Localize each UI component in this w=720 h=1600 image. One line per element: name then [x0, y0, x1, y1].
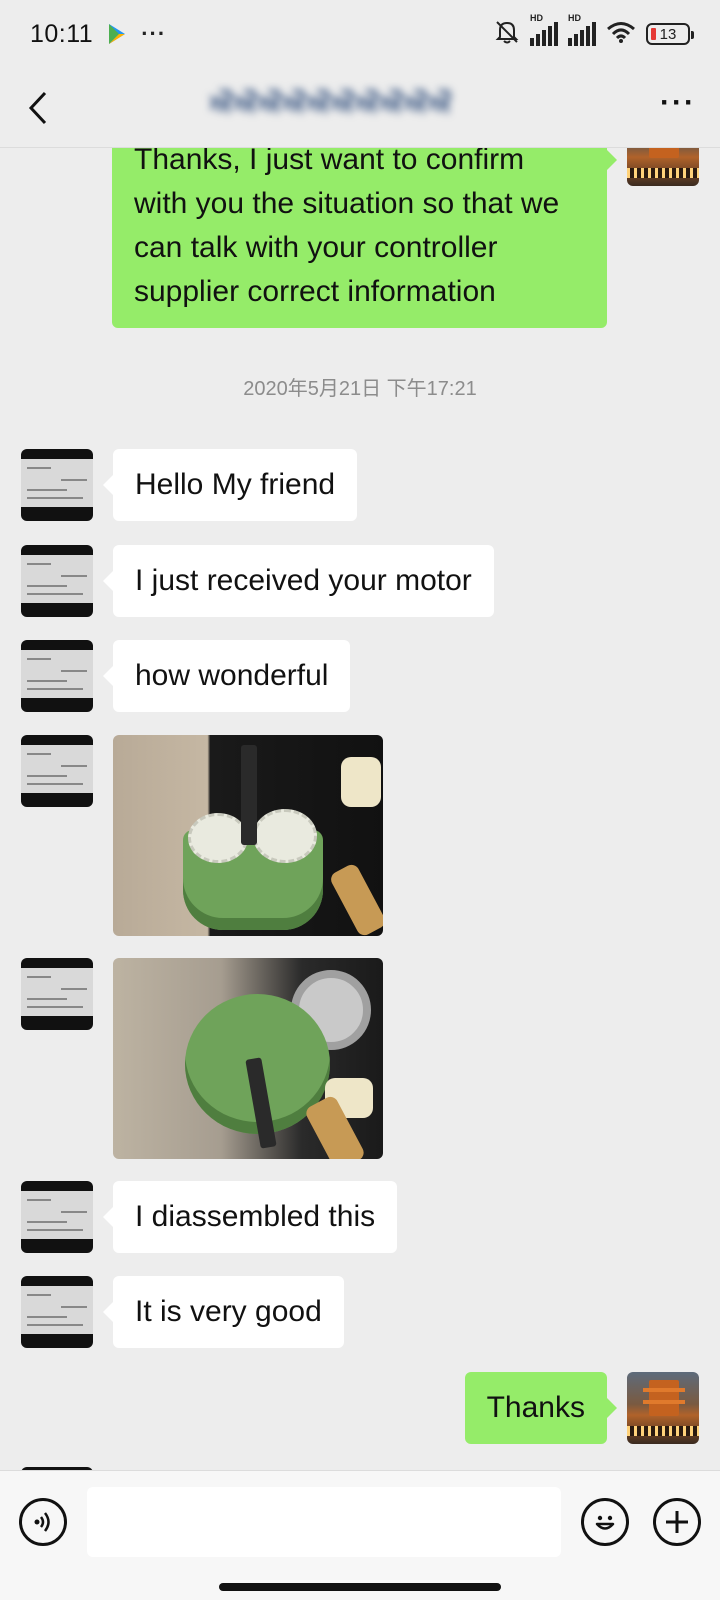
status-left: 10:11 ···	[30, 20, 166, 49]
block-shape	[341, 757, 381, 807]
avatar-image	[21, 968, 93, 1016]
message-outgoing[interactable]: Thanks, I just want to confirm with you …	[112, 148, 617, 328]
message-incoming[interactable]: how wonderful	[102, 640, 351, 712]
message-incoming[interactable]: It is very good	[103, 1276, 344, 1348]
message-text: It is very good	[135, 1295, 322, 1328]
signal-icon: HD	[568, 13, 596, 46]
avatar-image	[21, 555, 93, 603]
message-incoming[interactable]: I just received your motor	[103, 545, 494, 617]
notification-more-icon: ···	[141, 21, 167, 46]
message-image[interactable]	[113, 735, 383, 936]
chat-header: ਔਔਔਔਔਔਔਔਔਔ ···	[0, 68, 720, 148]
avatar-image	[21, 650, 93, 698]
message-image[interactable]	[113, 958, 383, 1159]
gear-shape	[253, 809, 317, 863]
message-text: Thanks, I just want to confirm with you …	[134, 148, 560, 308]
message-timestamp: 2020年5月21日 下午17:21	[243, 378, 477, 400]
play-store-icon	[107, 23, 127, 45]
avatar-self[interactable]	[627, 148, 699, 186]
status-bar: 10:11 ··· HD HD 13	[0, 0, 720, 68]
back-button[interactable]	[28, 88, 68, 128]
emoji-icon	[595, 1515, 615, 1530]
status-time: 10:11	[30, 19, 94, 48]
message-incoming[interactable]: I diassembled this	[102, 1181, 398, 1253]
chat-title: ਔਔਔਔਔਔਔਔਔਔ	[210, 88, 454, 118]
avatar-image	[21, 459, 93, 507]
avatar-image	[643, 1380, 685, 1416]
shaft-shape	[241, 745, 257, 845]
avatar-self[interactable]	[627, 1372, 699, 1444]
avatar-image	[649, 148, 679, 158]
avatar-contact[interactable]	[21, 545, 93, 617]
more-functions-button[interactable]	[653, 1498, 701, 1546]
avatar-contact[interactable]	[21, 1276, 93, 1348]
signal-icon: HD	[530, 13, 558, 46]
home-indicator[interactable]	[219, 1583, 501, 1591]
battery-icon: 13	[646, 23, 694, 45]
mute-bell-icon	[494, 19, 520, 50]
avatar-image	[21, 1191, 93, 1239]
message-text: I just received your motor	[135, 564, 472, 597]
message-input[interactable]	[87, 1487, 561, 1557]
message-incoming[interactable]: Hello My friend	[102, 449, 358, 521]
handle-shape	[328, 862, 383, 936]
battery-level: 13	[659, 25, 677, 43]
avatar-contact[interactable]	[21, 1181, 93, 1253]
gear-shape	[188, 813, 248, 863]
emoji-button[interactable]	[581, 1498, 629, 1546]
avatar-image	[21, 745, 93, 793]
battery-low-indicator	[651, 28, 656, 40]
message-outgoing[interactable]: Thanks	[464, 1372, 618, 1444]
avatar-contact[interactable]	[21, 735, 93, 807]
network-type-1: HD	[530, 13, 543, 23]
status-right: HD HD 13	[494, 13, 694, 50]
voice-button[interactable]	[19, 1498, 67, 1546]
voice-icon	[34, 1512, 50, 1532]
chevron-left-icon	[28, 91, 47, 124]
message-text: I diassembled this	[135, 1200, 376, 1233]
more-options-button[interactable]: ···	[660, 87, 696, 123]
wifi-icon	[606, 20, 636, 49]
message-text: how wonderful	[135, 659, 329, 692]
network-type-2: HD	[568, 13, 581, 23]
input-bar	[0, 1470, 720, 1600]
avatar-image	[21, 1286, 93, 1334]
avatar-contact[interactable]	[21, 958, 93, 1030]
plus-icon	[666, 1511, 688, 1533]
avatar-contact[interactable]	[21, 640, 93, 712]
avatar-contact[interactable]	[21, 449, 93, 521]
message-text: Hello My friend	[135, 468, 336, 501]
message-text: Thanks	[486, 1391, 585, 1424]
chat-title-wrap: ਔਔਔਔਔਔਔਔਔਔ	[210, 88, 510, 128]
chat-messages[interactable]: Thanks, I just want to confirm with you …	[0, 148, 720, 1470]
